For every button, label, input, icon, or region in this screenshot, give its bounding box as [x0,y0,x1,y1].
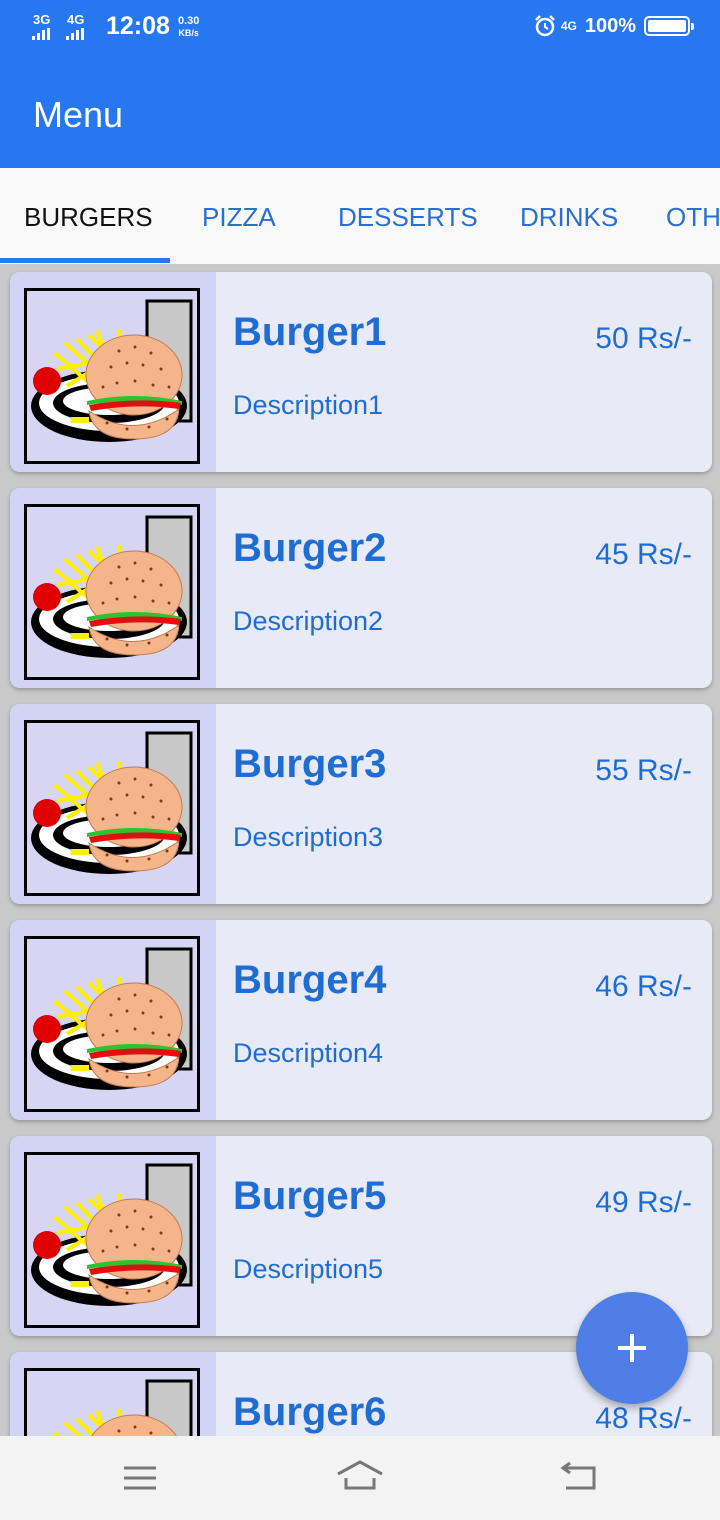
item-name: Burger1 [233,310,387,354]
battery-icon [644,16,694,36]
burger-image [24,1152,200,1328]
home-icon [337,1460,383,1490]
network-type: 4G [560,19,577,33]
speed-value: 0.30 [177,14,200,27]
item-name: Burger4 [233,958,387,1002]
menu-list[interactable]: Burger1 50 Rs/- Description1 Burger2 45 … [0,264,720,1436]
menu-icon [124,1466,156,1490]
item-price: 46 Rs/- [595,970,692,1003]
network-speed: 0.30 KB/s [178,15,199,39]
item-description: Description5 [233,1254,384,1284]
item-description: Description1 [233,390,384,420]
item-thumbnail [10,920,216,1120]
item-price: 49 Rs/- [595,1186,692,1219]
status-right: 4G 100% [533,14,694,38]
app-bar: Menu [0,58,720,168]
burger-image [24,936,200,1112]
burger-image [24,1368,200,1436]
signal-icon: 4G [66,13,96,41]
item-description: Description2 [233,606,384,636]
menu-item-card[interactable]: Burger4 46 Rs/- Description4 [10,920,712,1120]
signal-1-label: 3G [33,11,51,27]
item-name: Burger3 [233,742,387,786]
battery-percent: 100% [584,14,636,37]
burger-image [24,288,200,464]
item-description: Description4 [233,1038,384,1068]
item-description: Description3 [233,822,384,852]
tab-desserts[interactable]: DESSERTS [338,168,478,264]
item-name: Burger2 [233,526,387,570]
category-tabs: BURGERS PIZZA DESSERTS DRINKS OTHERS [0,168,720,264]
navigation-bar [0,1436,720,1520]
status-left: 3G 4G 12:08 0.30 KB/s [32,12,199,41]
tab-drinks[interactable]: DRINKS [520,168,618,264]
clock: 12:08 [106,12,170,40]
back-button[interactable] [548,1454,608,1502]
home-button[interactable] [330,1454,390,1502]
item-name: Burger6 [233,1390,387,1434]
add-item-button[interactable] [576,1292,688,1404]
status-bar: 3G 4G 12:08 0.30 KB/s 4G 100% [0,0,720,58]
menu-item-card[interactable]: Burger2 45 Rs/- Description2 [10,488,712,688]
tab-others[interactable]: OTHERS [666,168,720,264]
menu-item-card[interactable]: Burger1 50 Rs/- Description1 [10,272,712,472]
item-price: 55 Rs/- [595,754,692,787]
menu-item-card[interactable]: Burger3 55 Rs/- Description3 [10,704,712,904]
item-thumbnail [10,1352,216,1436]
menu-button[interactable] [110,1454,170,1502]
tab-pizza[interactable]: PIZZA [202,168,276,264]
tab-burgers[interactable]: BURGERS [24,168,153,264]
item-price: 50 Rs/- [595,322,692,355]
page-title: Menu [33,94,124,135]
tab-indicator [0,258,170,263]
signal-icon: 3G [32,13,62,41]
item-price: 48 Rs/- [595,1402,692,1435]
item-thumbnail [10,272,216,472]
back-icon [560,1461,596,1490]
item-name: Burger5 [233,1174,387,1218]
speed-unit: KB/s [178,27,199,38]
burger-image [24,720,200,896]
item-thumbnail [10,704,216,904]
signal-2-label: 4G [67,11,85,27]
item-thumbnail [10,488,216,688]
item-price: 45 Rs/- [595,538,692,571]
alarm-icon [534,15,555,37]
item-thumbnail [10,1136,216,1336]
burger-image [24,504,200,680]
